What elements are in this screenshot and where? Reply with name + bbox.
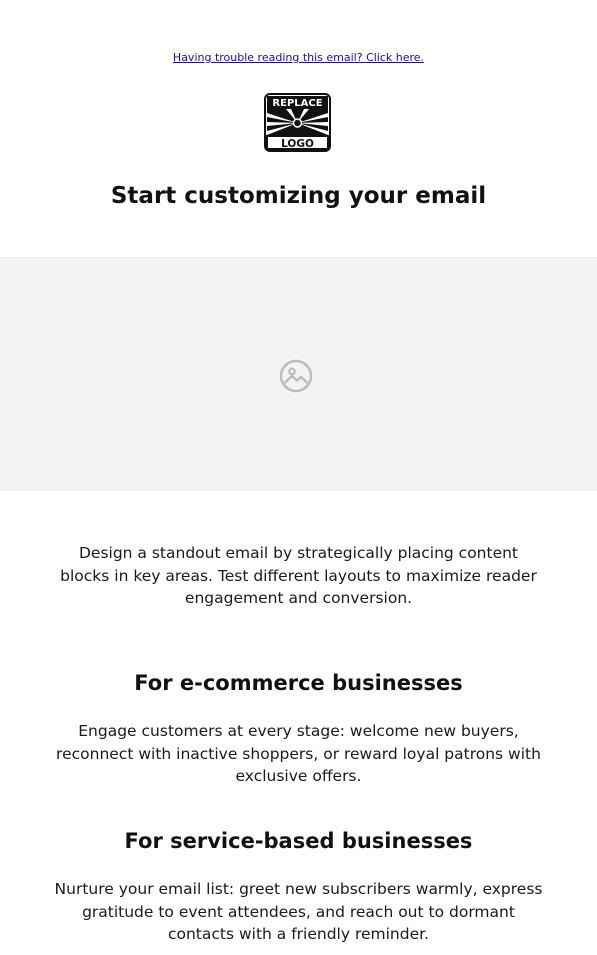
section-body-service: Nurture your email list: greet new subsc… xyxy=(54,880,543,943)
view-in-browser-bar: Having trouble reading this email? Click… xyxy=(0,46,597,65)
logo-text-bottom: LOGO xyxy=(281,138,314,150)
email-page: Having trouble reading this email? Click… xyxy=(0,0,597,955)
section-title-service: For service-based businesses xyxy=(124,829,473,853)
image-placeholder-icon xyxy=(279,359,313,393)
section-body-ecommerce: Engage customers at every stage: welcome… xyxy=(56,722,541,785)
section-title-ecommerce: For e-commerce businesses xyxy=(134,671,463,695)
logo-text-top: REPLACE xyxy=(272,98,322,109)
replace-logo-icon: REPLACE LOGO xyxy=(264,93,331,152)
hero-image-placeholder xyxy=(0,257,597,491)
page-title: Start customizing your email xyxy=(110,183,487,209)
trouble-reading-link[interactable]: Having trouble reading this email? Click… xyxy=(173,51,424,64)
intro-paragraph: Design a standout email by strategically… xyxy=(60,544,537,607)
